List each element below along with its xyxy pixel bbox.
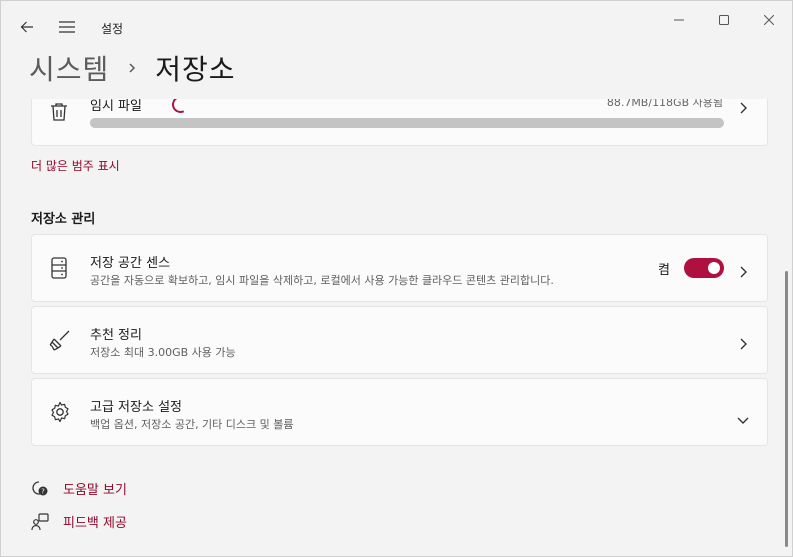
breadcrumb-separator-icon [117,62,147,74]
give-feedback-label: 피드백 제공 [63,516,127,531]
vertical-scrollbar[interactable] [785,271,788,547]
breadcrumb-parent[interactable]: 시스템 [29,48,109,88]
trash-icon [50,102,68,126]
close-button[interactable] [746,5,792,35]
navigation-menu-button[interactable] [49,9,85,45]
storage-drive-icon [49,257,69,283]
chevron-down-icon [737,409,749,428]
gear-icon [49,401,71,427]
title-bar: 설정 [1,1,792,45]
chevron-right-icon [739,335,747,354]
app-title: 설정 [101,22,124,36]
cleanup-recommendations-card[interactable]: 추천 정리 저장소 최대 3.00GB 사용 가능 [31,306,768,374]
give-feedback-link[interactable]: 피드백 제공 [31,512,127,531]
loading-spinner-icon [169,99,192,116]
temp-files-label: 임시 파일 [90,99,142,114]
chevron-right-icon [739,263,747,282]
advanced-storage-settings-description: 백업 옵션, 저장소 공간, 기타 디스크 및 볼륨 [90,418,294,431]
maximize-icon [719,15,729,25]
toggle-knob [708,262,720,274]
breadcrumb: 시스템 저장소 [29,48,236,88]
help-icon: ? [32,480,48,495]
feedback-icon [31,512,49,530]
temp-files-card[interactable]: 임시 파일 88.7MB/118GB 사용됨 [31,99,768,146]
cleanup-recommendations-description: 저장소 최대 3.00GB 사용 가능 [90,346,236,359]
maximize-button[interactable] [701,5,747,35]
storage-sense-title: 저장 공간 센스 [90,256,171,271]
minimize-icon [674,19,684,21]
storage-management-heading: 저장소 관리 [31,212,96,227]
back-button[interactable] [9,9,45,45]
chevron-right-icon [739,99,747,118]
show-more-categories-link[interactable]: 더 많은 범주 표시 [31,157,120,174]
content-area: 임시 파일 88.7MB/118GB 사용됨 더 많은 범주 표시 저장소 관리… [1,99,792,556]
hamburger-menu-icon [59,21,75,33]
page-title: 저장소 [155,53,236,86]
get-help-link[interactable]: ? 도움말 보기 [31,479,127,498]
storage-sense-description: 공간을 자동으로 확보하고, 임시 파일을 삭제하고, 로컬에서 사용 가능한 … [90,274,554,287]
temp-files-progress-fill [90,118,97,128]
minimize-button[interactable] [656,5,702,35]
cleanup-recommendations-title: 추천 정리 [90,328,142,343]
storage-sense-toggle-label: 켬 [658,263,670,278]
svg-text:?: ? [41,487,45,495]
temp-files-progress [90,118,724,128]
advanced-storage-settings-title: 고급 저장소 설정 [90,400,182,415]
settings-window: 설정 시스템 저장소 임시 파일 88.7MB/118GB 사용됨 더 많은 범… [0,0,793,557]
back-arrow-icon [20,21,33,33]
temp-files-size: 88.7MB/118GB 사용됨 [606,99,723,109]
storage-sense-card[interactable]: 저장 공간 센스 공간을 자동으로 확보하고, 임시 파일을 삭제하고, 로컬에… [31,234,768,302]
close-icon [764,15,774,25]
storage-sense-toggle[interactable] [684,258,724,278]
advanced-storage-settings-card[interactable]: 고급 저장소 설정 백업 옵션, 저장소 공간, 기타 디스크 및 볼륨 [31,378,768,446]
broom-icon [49,329,71,355]
get-help-label: 도움말 보기 [63,483,127,498]
